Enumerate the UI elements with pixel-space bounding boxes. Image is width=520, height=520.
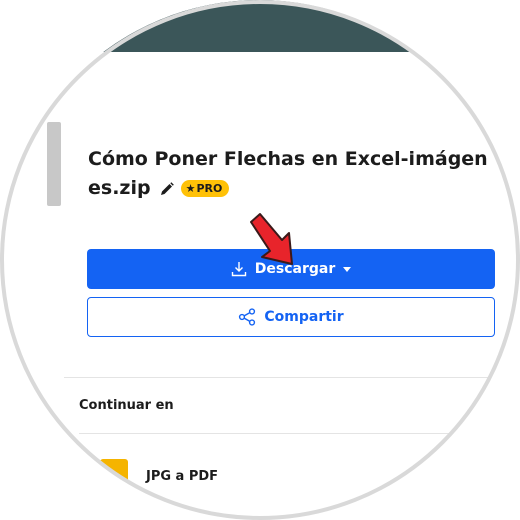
file-title-line2-wrap: es.zip ★ PRO [88, 174, 230, 203]
share-icon [239, 308, 256, 326]
file-title-line2: es.zip [88, 177, 151, 199]
download-icon [231, 262, 246, 277]
share-button-label: Compartir [264, 309, 344, 325]
annotation-arrow-icon [250, 213, 293, 265]
pro-badge-label: PRO [196, 182, 223, 195]
list-item-jpg-to-pdf[interactable]: JPG a PDF [100, 456, 480, 496]
scrollbar[interactable] [47, 122, 61, 206]
file-title: Cómo Poner Flechas en Excel-imágen es.zi… [88, 145, 488, 203]
star-icon: ★ [185, 182, 196, 195]
list-item-label: JPG a PDF [146, 468, 219, 484]
magnified-view: Cómo Poner Flechas en Excel-imágen es.zi… [0, 0, 518, 518]
divider [64, 377, 518, 378]
file-title-line1: Cómo Poner Flechas en Excel-imágen [88, 148, 488, 170]
file-icon [100, 459, 128, 493]
pro-badge: ★ PRO [180, 180, 230, 197]
chevron-down-icon [343, 266, 352, 272]
pencil-icon[interactable] [159, 181, 175, 197]
share-button[interactable]: Compartir [87, 297, 495, 337]
divider [79, 433, 518, 434]
continue-heading: Continuar en [79, 398, 174, 413]
top-bar [0, 0, 518, 52]
